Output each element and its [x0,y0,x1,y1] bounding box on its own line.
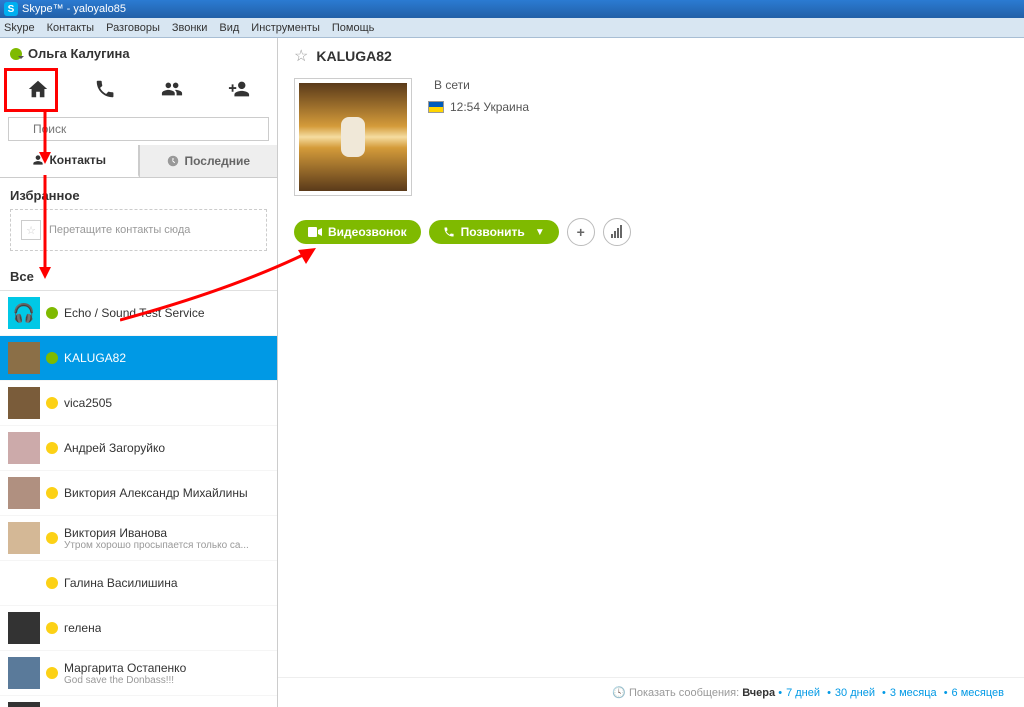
profile-avatar[interactable] [294,78,412,196]
message-history-footer: 🕓 Показать сообщения: Вчера •7 дней •30 … [278,677,1024,707]
menu-tools[interactable]: Инструменты [251,22,320,34]
star-outline-icon: ☆ [21,220,41,240]
avatar [8,387,40,419]
menu-bar: Skype Контакты Разговоры Звонки Вид Инст… [0,18,1024,38]
favorites-dropzone[interactable]: ☆ Перетащите контакты сюда [10,209,267,251]
presence-online-icon [46,307,58,319]
menu-calls[interactable]: Звонки [172,22,208,34]
avatar [8,477,40,509]
menu-help[interactable]: Помощь [332,22,375,34]
tab-contacts[interactable]: Контакты [0,145,139,177]
history-link[interactable]: 30 дней [835,687,875,699]
person-icon [31,153,45,167]
presence-online-icon [46,352,58,364]
call-button[interactable]: Позвонить ▼ [429,220,559,244]
menu-contacts[interactable]: Контакты [47,22,95,34]
presence-away-icon [46,577,58,589]
menu-view[interactable]: Вид [219,22,239,34]
history-link[interactable]: 3 месяца [890,687,937,699]
current-user-header[interactable]: Ольга Калугина [0,38,277,65]
presence-away-icon [46,442,58,454]
nav-toolbar [0,65,277,113]
group-button[interactable] [156,73,188,105]
flag-ukraine-icon [428,101,444,113]
contact-item[interactable]: Виктория ИвановаУтром хорошо просыпается… [0,516,277,561]
presence-away-icon [46,667,58,679]
menu-skype[interactable]: Skype [4,22,35,34]
call-quality-button[interactable] [603,218,631,246]
contact-item[interactable]: Виктория Александр Михайлины [0,471,277,516]
contact-item[interactable]: 🎧 Echo / Sound Test Service [0,291,277,336]
status-online-icon [10,48,22,60]
menu-conversations[interactable]: Разговоры [106,22,160,34]
contact-item[interactable]: Галина Василишина [0,561,277,606]
avatar [8,342,40,374]
conversation-title: KALUGA82 [316,48,391,64]
sidebar: Ольга Калугина 🔍 Ко [0,38,278,707]
search-input[interactable] [8,117,269,141]
avatar: 🎧 [8,297,40,329]
contact-item-selected[interactable]: KALUGA82 [0,336,277,381]
avatar [8,432,40,464]
window-title: Skype™ - yaloyalo85 [22,3,126,15]
home-icon [27,78,49,100]
video-call-button[interactable]: Видеозвонок [294,220,421,244]
avatar [8,612,40,644]
favorite-star-icon[interactable]: ☆ [294,46,308,66]
call-actions: Видеозвонок Позвонить ▼ + [278,212,1024,252]
add-contact-icon [228,78,250,100]
sidebar-tabs: Контакты Последние [0,145,277,178]
phone-icon [443,226,455,238]
phone-icon [94,78,116,100]
conversation-header: ☆ KALUGA82 [278,38,1024,74]
contacts-list[interactable]: 🎧 Echo / Sound Test Service KALUGA82 vic… [0,290,277,707]
contact-item[interactable]: саша бахтар ⚽ [0,696,277,707]
call-phone-button[interactable] [89,73,121,105]
history-link[interactable]: 6 месяцев [952,687,1004,699]
contact-item[interactable]: гелена [0,606,277,651]
avatar [8,522,40,554]
avatar [8,567,40,599]
clock-icon: 🕓 [612,687,626,699]
signal-bars-icon [610,225,624,239]
section-all-label: Все [0,259,277,290]
home-button[interactable] [22,73,54,105]
presence-away-icon [46,487,58,499]
history-link[interactable]: 7 дней [786,687,820,699]
current-user-name: Ольга Калугина [28,46,130,61]
tab-recent[interactable]: Последние [139,145,278,177]
presence-away-icon [46,397,58,409]
avatar [8,657,40,689]
profile-status: В сети [434,78,470,92]
conversation-panel: ☆ KALUGA82 В сети 12:54 Украина Видеозво… [278,38,1024,707]
contact-item[interactable]: vica2505 [0,381,277,426]
presence-away-icon [46,532,58,544]
window-titlebar: S Skype™ - yaloyalo85 [0,0,1024,18]
contact-item[interactable]: Маргарита ОстапенкоGod save the Donbass!… [0,651,277,696]
profile-location: 12:54 Украина [450,100,529,114]
history-current[interactable]: Вчера [742,687,775,699]
add-contact-button[interactable] [223,73,255,105]
section-favorites-label: Избранное [0,178,277,209]
skype-logo-icon: S [4,2,18,16]
avatar [8,702,40,707]
group-icon [161,78,183,100]
contact-item[interactable]: Андрей Загоруйко [0,426,277,471]
presence-away-icon [46,622,58,634]
chevron-down-icon: ▼ [535,227,545,238]
video-icon [308,227,322,237]
clock-icon [166,154,180,168]
add-participants-button[interactable]: + [567,218,595,246]
